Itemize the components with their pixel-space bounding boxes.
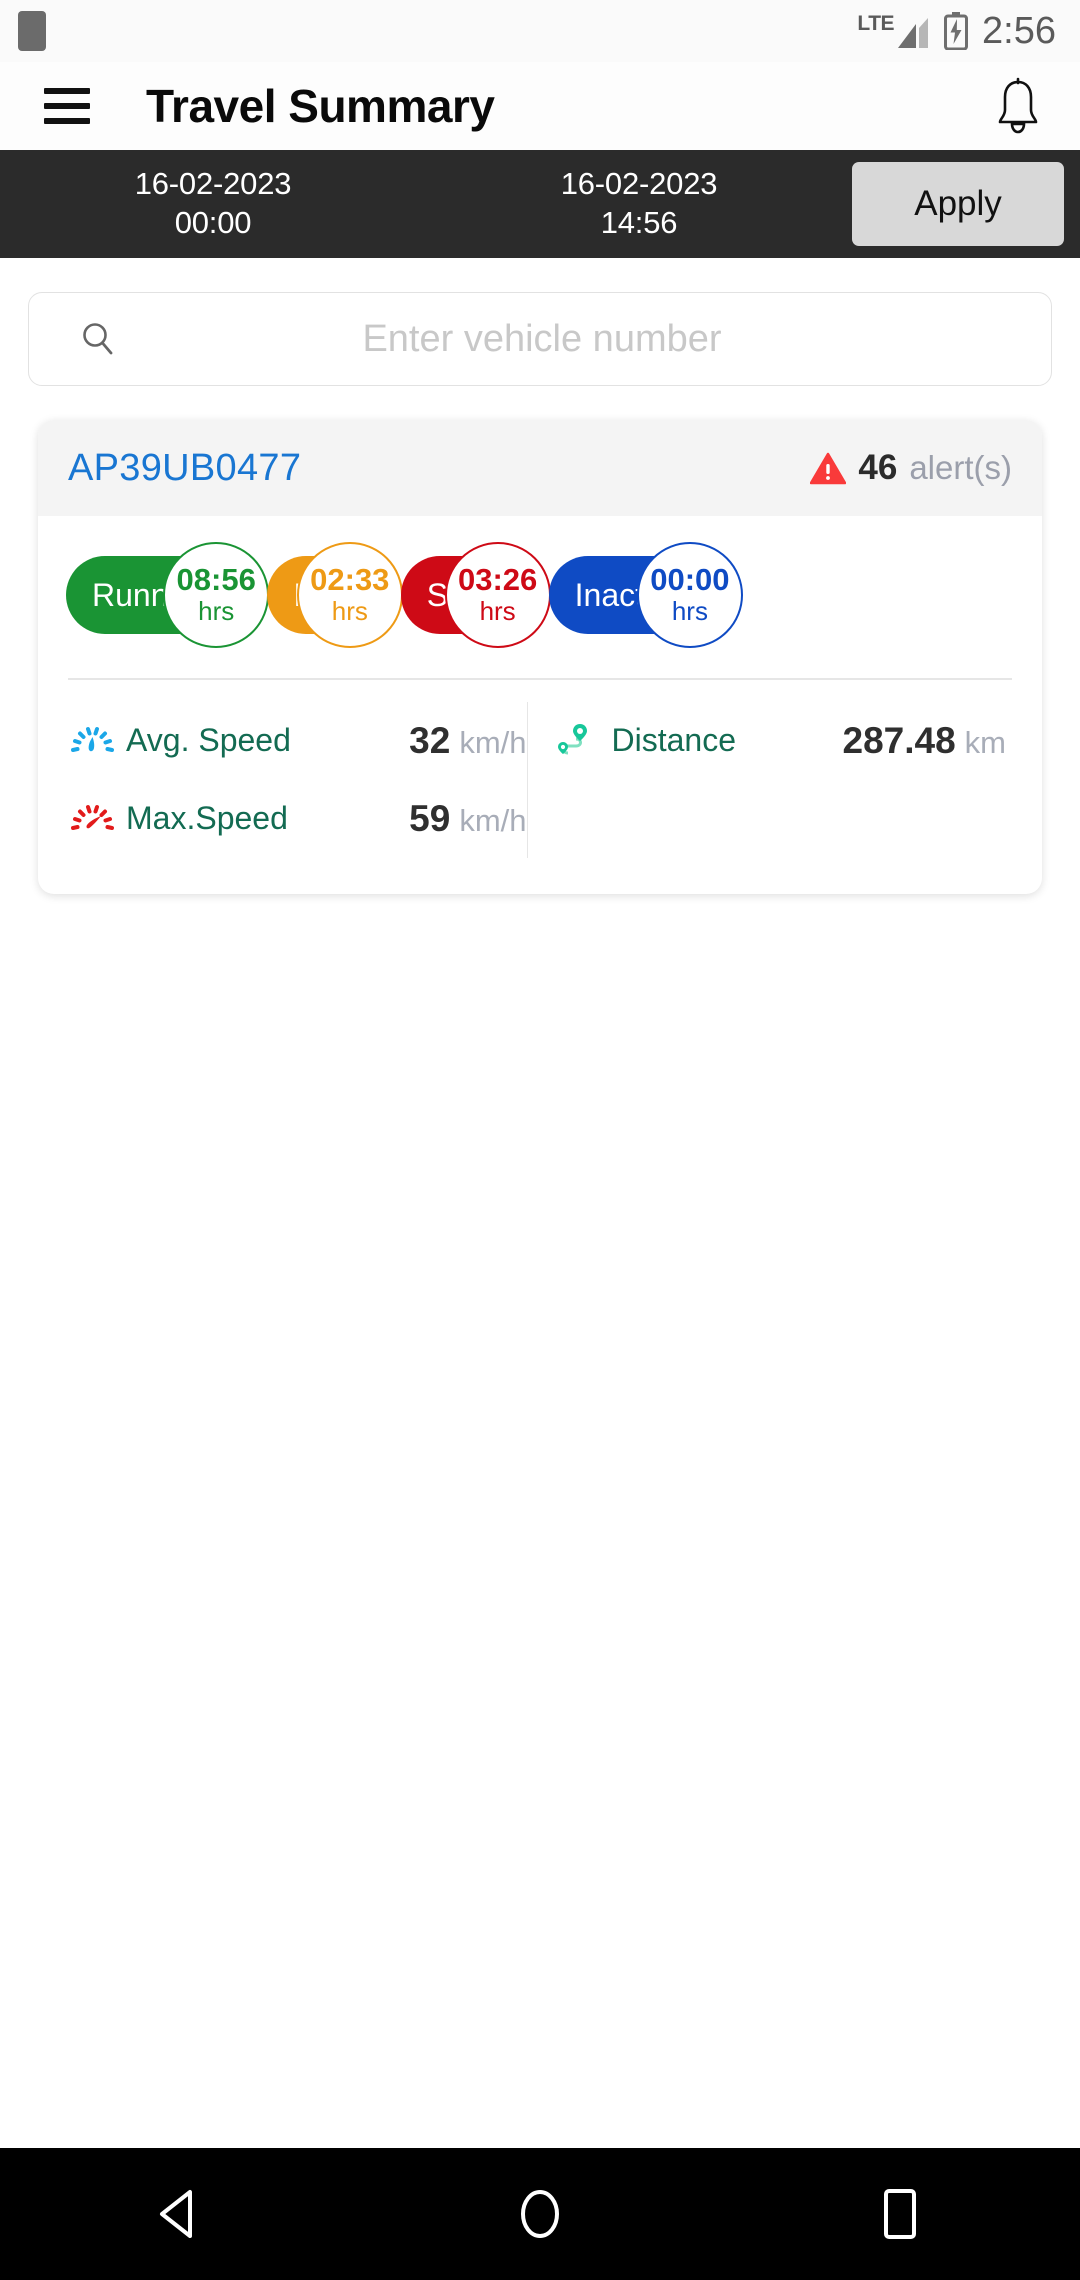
battery-charging-icon — [944, 12, 969, 51]
status-pill-unit-stop: hrs — [479, 595, 516, 626]
stat-row-avg-speed: Avg. Speed 32 km/h — [68, 702, 527, 780]
app-notification-square-icon — [18, 11, 46, 51]
hamburger-line — [44, 103, 90, 109]
status-pill-time-idle: 02:33 — [310, 562, 390, 598]
stat-unit-avg-speed: km/h — [459, 724, 527, 760]
status-pill-bubble-running: 08:56 hrs — [163, 542, 270, 648]
hamburger-line — [44, 118, 90, 124]
search-input[interactable] — [117, 316, 1025, 362]
status-pill-bubble-stop: 03:26 hrs — [444, 542, 551, 648]
apply-button[interactable]: Apply — [852, 162, 1064, 246]
vehicle-number[interactable]: AP39UB0477 — [68, 447, 301, 490]
speedometer-blue-icon — [68, 720, 114, 762]
recents-square-icon[interactable] — [845, 2159, 955, 2269]
lte-label: LTE — [857, 11, 895, 35]
status-pill-bubble-inactive: 00:00 hrs — [636, 542, 743, 648]
android-navigation-bar — [0, 2148, 1080, 2280]
network-status: LTE — [857, 13, 930, 50]
notification-bell-icon[interactable] — [990, 76, 1046, 136]
to-datetime-field[interactable]: 16-02-2023 14:56 — [426, 165, 852, 243]
vehicle-stats: Avg. Speed 32 km/h Max.Speed 59 km/h Dis… — [38, 680, 1042, 894]
back-triangle-icon[interactable] — [125, 2159, 235, 2269]
route-distance-icon — [554, 720, 600, 762]
stat-row-max-speed: Max.Speed 59 km/h — [68, 780, 527, 858]
status-pill-time-inactive: 00:00 — [650, 562, 730, 598]
stat-value-avg-speed: 32 km/h — [409, 720, 526, 762]
alerts-badge[interactable]: 46 alert(s) — [810, 448, 1012, 488]
status-pill-stop[interactable]: Stop 03:26 hrs — [400, 542, 551, 648]
app-bar: Travel Summary — [0, 62, 1080, 150]
status-bar-right: LTE 2:56 — [857, 10, 1056, 52]
status-pill-unit-running: hrs — [198, 595, 235, 626]
stat-value-distance: 287.48 km — [843, 720, 1013, 762]
status-bar: LTE 2:56 — [0, 0, 1080, 62]
search-section — [0, 258, 1080, 386]
stat-label-avg-speed: Avg. Speed — [126, 722, 291, 758]
stat-number-max-speed: 59 — [409, 797, 451, 839]
status-bar-clock: 2:56 — [982, 10, 1056, 52]
stat-number-avg-speed: 32 — [409, 719, 451, 761]
status-pill-unit-inactive: hrs — [671, 595, 708, 626]
status-pill-running[interactable]: Running 08:56 hrs — [66, 542, 270, 648]
stat-value-max-speed: 59 km/h — [409, 798, 526, 840]
to-time-text: 14:56 — [600, 205, 678, 240]
search-icon — [79, 320, 117, 358]
stat-label-max-speed: Max.Speed — [126, 800, 288, 836]
status-pill-idle[interactable]: Idle 02:33 hrs — [267, 542, 403, 648]
stat-row-distance: Distance 287.48 km — [554, 702, 1013, 780]
page-title: Travel Summary — [146, 80, 495, 132]
warning-triangle-icon — [810, 452, 847, 485]
to-date-text: 16-02-2023 — [560, 166, 718, 202]
vehicle-list: AP39UB0477 46 alert(s) Running 08:56 hrs… — [0, 386, 1080, 894]
alert-count: 46 — [858, 448, 898, 487]
vehicle-card-header: AP39UB0477 46 alert(s) — [38, 420, 1042, 516]
status-pill-row: Running 08:56 hrs Idle 02:33 hrs Stop 03… — [38, 516, 1042, 648]
from-datetime-field[interactable]: 16-02-2023 00:00 — [0, 165, 426, 243]
stat-unit-max-speed: km/h — [459, 802, 527, 838]
status-pill-time-running: 08:56 — [176, 562, 256, 598]
signal-bars-icon — [896, 16, 930, 50]
stats-column-distance: Distance 287.48 km — [526, 701, 1013, 858]
status-pill-unit-idle: hrs — [331, 595, 368, 626]
hamburger-line — [44, 88, 90, 94]
status-pill-inactive[interactable]: Inactive 00:00 hrs — [548, 542, 743, 648]
stat-number-distance: 287.48 — [842, 719, 956, 761]
date-filter-bar: 16-02-2023 00:00 16-02-2023 14:56 Apply — [0, 150, 1080, 258]
speedometer-red-icon — [68, 798, 114, 840]
alert-label: alert(s) — [909, 449, 1012, 486]
vehicle-card[interactable]: AP39UB0477 46 alert(s) Running 08:56 hrs… — [38, 420, 1042, 894]
hamburger-menu-icon[interactable] — [44, 88, 90, 124]
search-box[interactable] — [28, 292, 1052, 386]
stat-label-distance: Distance — [611, 722, 737, 758]
from-time-text: 00:00 — [174, 205, 252, 240]
status-pill-bubble-idle: 02:33 hrs — [296, 542, 403, 648]
status-bar-left — [18, 11, 46, 51]
from-date-text: 16-02-2023 — [134, 166, 292, 202]
home-circle-icon[interactable] — [485, 2159, 595, 2269]
stats-column-speed: Avg. Speed 32 km/h Max.Speed 59 km/h — [68, 702, 527, 858]
stat-unit-distance: km — [964, 724, 1006, 760]
status-pill-time-stop: 03:26 — [457, 562, 538, 598]
